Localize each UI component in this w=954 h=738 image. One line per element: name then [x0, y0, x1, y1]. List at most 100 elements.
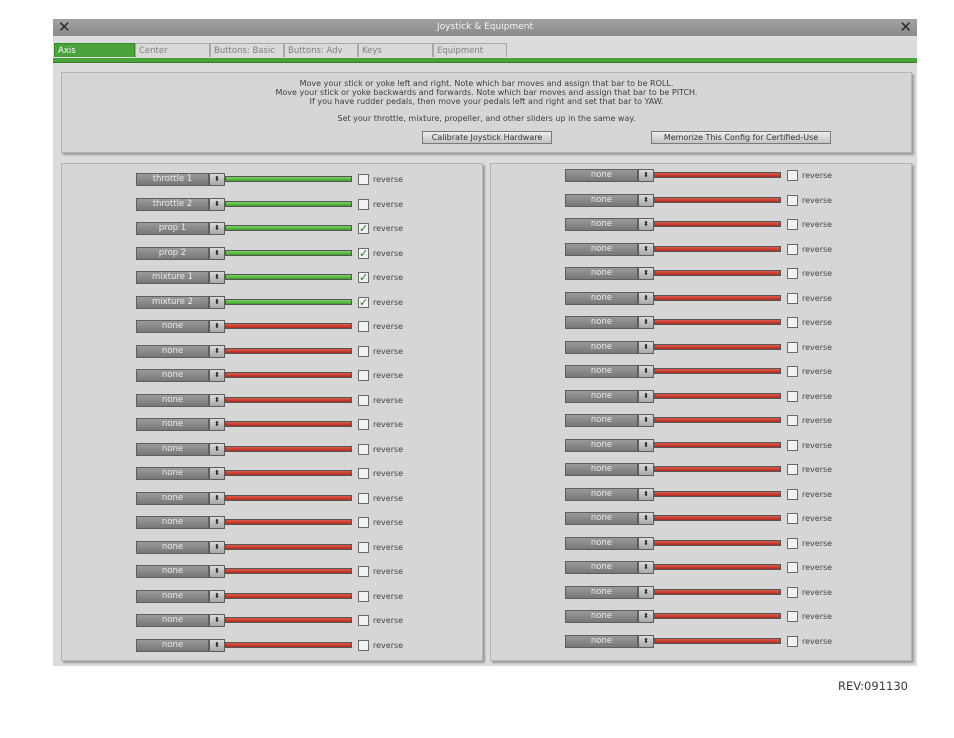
reverse-checkbox[interactable]	[358, 174, 369, 185]
axis-assign-select[interactable]: none	[136, 344, 209, 358]
select-arrow-icon[interactable]: ⬍	[638, 389, 654, 403]
reverse-checkbox[interactable]	[358, 541, 369, 553]
axis-assign-select[interactable]: none	[565, 585, 638, 599]
axis-assign-select[interactable]: throttle 1	[136, 173, 209, 186]
axis-assign-select[interactable]: none	[565, 365, 638, 378]
reverse-checkbox[interactable]	[787, 513, 798, 524]
select-arrow-icon[interactable]: ⬍	[638, 561, 654, 574]
select-arrow-icon[interactable]: ⬍	[638, 340, 654, 354]
axis-assign-select[interactable]: none	[136, 638, 209, 652]
reverse-checkbox[interactable]	[358, 639, 369, 651]
axis-assign-select[interactable]: none	[136, 540, 209, 554]
select-arrow-icon[interactable]: ⬍	[638, 585, 654, 599]
reverse-checkbox[interactable]: ✓	[358, 247, 369, 259]
axis-assign-select[interactable]: none	[565, 291, 638, 305]
select-arrow-icon[interactable]: ⬍	[209, 589, 225, 603]
axis-assign-select[interactable]: none	[136, 418, 209, 431]
reverse-checkbox[interactable]: ✓	[358, 223, 369, 234]
select-arrow-icon[interactable]: ⬍	[638, 365, 654, 378]
reverse-checkbox[interactable]	[787, 341, 798, 353]
axis-assign-select[interactable]: prop 1	[136, 222, 209, 235]
axis-assign-select[interactable]: none	[565, 561, 638, 574]
select-arrow-icon[interactable]: ⬍	[638, 193, 654, 207]
select-arrow-icon[interactable]: ⬍	[209, 271, 225, 284]
reverse-checkbox[interactable]	[358, 321, 369, 332]
axis-assign-select[interactable]: none	[565, 634, 638, 648]
reverse-checkbox[interactable]	[787, 219, 798, 230]
select-arrow-icon[interactable]: ⬍	[638, 242, 654, 256]
axis-assign-select[interactable]: none	[565, 487, 638, 501]
reverse-checkbox[interactable]	[787, 464, 798, 475]
axis-assign-select[interactable]: none	[565, 218, 638, 231]
close-icon-right[interactable]: ✕	[899, 19, 912, 36]
select-arrow-icon[interactable]: ⬍	[209, 320, 225, 333]
reverse-checkbox[interactable]	[787, 366, 798, 377]
axis-assign-select[interactable]: none	[565, 536, 638, 550]
reverse-checkbox[interactable]	[787, 268, 798, 279]
reverse-checkbox[interactable]	[358, 492, 369, 504]
tab-equipment[interactable]: Equipment	[433, 43, 507, 57]
reverse-checkbox[interactable]	[787, 562, 798, 573]
select-arrow-icon[interactable]: ⬍	[638, 512, 654, 525]
reverse-checkbox[interactable]	[787, 439, 798, 451]
axis-assign-select[interactable]: none	[136, 614, 209, 627]
reverse-checkbox[interactable]	[358, 615, 369, 626]
select-arrow-icon[interactable]: ⬍	[638, 316, 654, 329]
axis-assign-select[interactable]: none	[136, 393, 209, 407]
axis-assign-select[interactable]: none	[565, 610, 638, 623]
axis-assign-select[interactable]: mixture 2	[136, 295, 209, 309]
reverse-checkbox[interactable]	[358, 394, 369, 406]
select-arrow-icon[interactable]: ⬍	[638, 169, 654, 182]
reverse-checkbox[interactable]	[358, 517, 369, 528]
select-arrow-icon[interactable]: ⬍	[209, 418, 225, 431]
reverse-checkbox[interactable]	[358, 468, 369, 479]
calibrate-button[interactable]: Calibrate Joystick Hardware	[422, 131, 552, 144]
axis-assign-select[interactable]: prop 2	[136, 246, 209, 260]
select-arrow-icon[interactable]: ⬍	[638, 438, 654, 452]
reverse-checkbox[interactable]	[358, 198, 369, 210]
reverse-checkbox[interactable]	[787, 317, 798, 328]
reverse-checkbox[interactable]	[787, 537, 798, 549]
select-arrow-icon[interactable]: ⬍	[638, 610, 654, 623]
reverse-checkbox[interactable]	[358, 370, 369, 381]
axis-assign-select[interactable]: none	[136, 589, 209, 603]
axis-assign-select[interactable]: none	[565, 169, 638, 182]
axis-assign-select[interactable]: none	[565, 389, 638, 403]
reverse-checkbox[interactable]	[358, 443, 369, 455]
tab-axis[interactable]: Axis	[54, 43, 135, 57]
axis-assign-select[interactable]: none	[565, 340, 638, 354]
select-arrow-icon[interactable]: ⬍	[209, 344, 225, 358]
axis-assign-select[interactable]: none	[565, 193, 638, 207]
select-arrow-icon[interactable]: ⬍	[209, 173, 225, 186]
reverse-checkbox[interactable]	[787, 390, 798, 402]
select-arrow-icon[interactable]: ⬍	[209, 467, 225, 480]
select-arrow-icon[interactable]: ⬍	[638, 487, 654, 501]
reverse-checkbox[interactable]	[787, 243, 798, 255]
reverse-checkbox[interactable]	[787, 586, 798, 598]
axis-assign-select[interactable]: none	[565, 438, 638, 452]
select-arrow-icon[interactable]: ⬍	[638, 463, 654, 476]
axis-assign-select[interactable]: none	[136, 467, 209, 480]
reverse-checkbox[interactable]: ✓	[358, 272, 369, 283]
reverse-checkbox[interactable]	[358, 566, 369, 577]
axis-assign-select[interactable]: none	[136, 442, 209, 456]
select-arrow-icon[interactable]: ⬍	[209, 369, 225, 382]
axis-assign-select[interactable]: none	[565, 316, 638, 329]
reverse-checkbox[interactable]	[787, 415, 798, 426]
tab-center[interactable]: Center	[135, 43, 210, 57]
reverse-checkbox[interactable]	[787, 635, 798, 647]
tab-buttons-basic[interactable]: Buttons: Basic	[210, 43, 284, 57]
select-arrow-icon[interactable]: ⬍	[638, 267, 654, 280]
select-arrow-icon[interactable]: ⬍	[209, 295, 225, 309]
axis-assign-select[interactable]: none	[565, 463, 638, 476]
reverse-checkbox[interactable]	[358, 419, 369, 430]
axis-assign-select[interactable]: none	[136, 565, 209, 578]
reverse-checkbox[interactable]	[787, 292, 798, 304]
reverse-checkbox[interactable]	[358, 590, 369, 602]
axis-assign-select[interactable]: none	[565, 512, 638, 525]
memorize-config-button[interactable]: Memorize This Config for Certified-Use	[651, 131, 831, 144]
select-arrow-icon[interactable]: ⬍	[209, 491, 225, 505]
select-arrow-icon[interactable]: ⬍	[209, 197, 225, 211]
reverse-checkbox[interactable]	[787, 170, 798, 181]
axis-assign-select[interactable]: none	[136, 369, 209, 382]
